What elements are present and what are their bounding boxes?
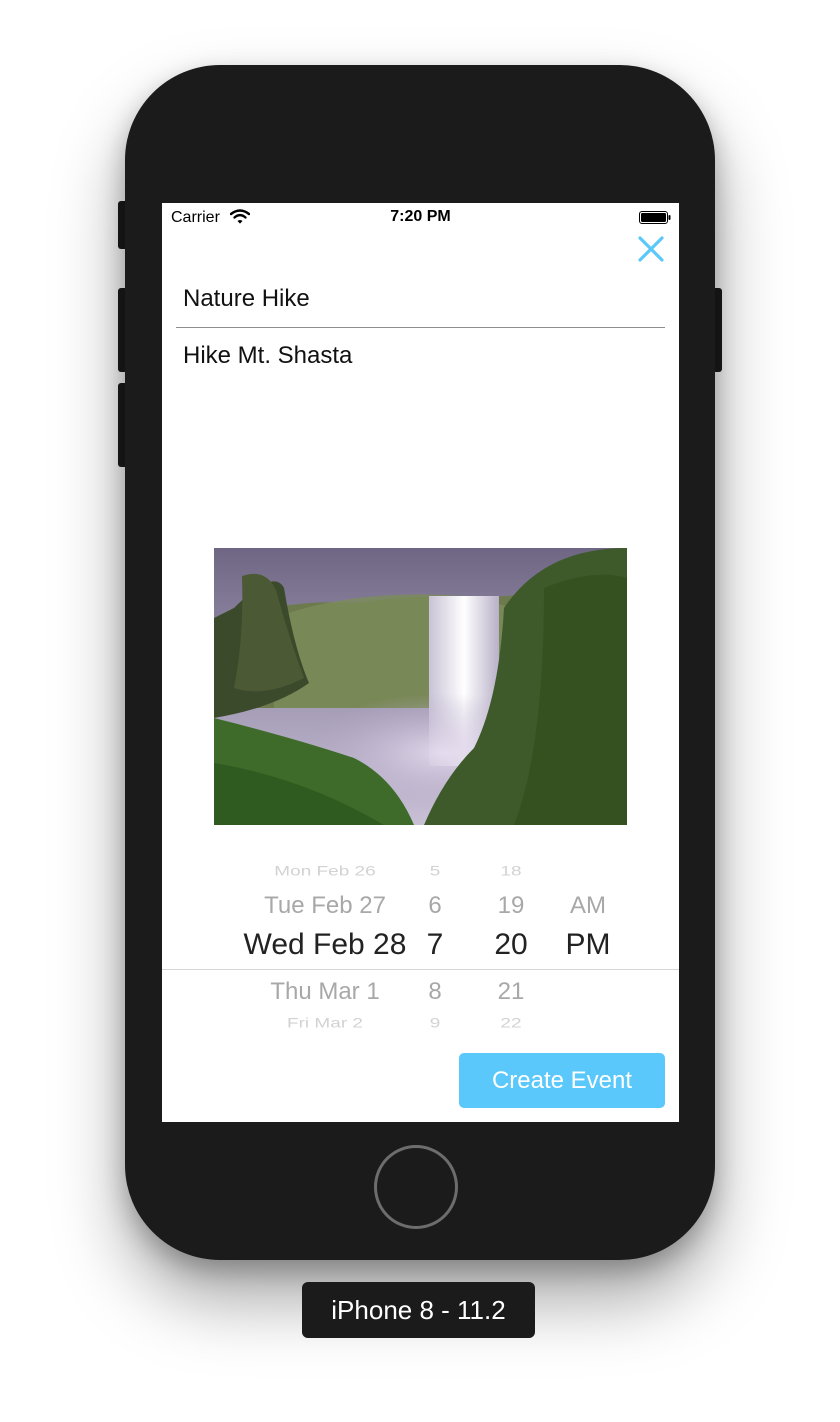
close-button[interactable] [637,235,665,263]
picker-hour-option[interactable]: 6 [428,892,441,920]
title-divider [176,327,665,328]
battery-icon [639,211,671,224]
picker-hour-option[interactable]: 9 [430,1016,441,1032]
picker-minute-option[interactable]: 21 [498,978,525,1006]
picker-date-option[interactable]: Fri Mar 2 [287,1016,363,1032]
picker-date-option[interactable]: Wed Feb 28 [244,928,407,962]
picker-date-option[interactable]: Thu Mar 1 [270,978,379,1006]
picker-hour-option[interactable]: 7 [427,928,444,962]
device-label: iPhone 8 - 11.2 [302,1282,535,1338]
event-photo[interactable] [214,548,627,825]
picker-date-option[interactable]: Mon Feb 26 [274,864,375,880]
create-event-button[interactable]: Create Event [459,1053,665,1108]
picker-hour-option[interactable]: 5 [430,864,441,880]
picker-minute-option[interactable]: 18 [500,864,521,880]
picker-hour-option[interactable]: 8 [428,978,441,1006]
event-title-field[interactable]: Nature Hike [183,285,310,313]
date-time-picker[interactable]: Mon Feb 26 Tue Feb 27 Wed Feb 28 Thu Mar 1 F… [162,853,679,1038]
picker-selection-line [162,969,679,970]
event-description-field[interactable]: Hike Mt. Shasta [183,342,352,370]
waterfall-image [214,548,627,825]
app-screen: Carrier 7:20 PM Nature Hike Hike Mt. Sha… [162,203,679,1122]
status-bar: Carrier 7:20 PM [162,203,679,231]
picker-period-option[interactable]: PM [566,928,611,962]
picker-date-option[interactable]: Tue Feb 27 [264,892,386,920]
home-button[interactable] [374,1145,458,1229]
close-icon [638,236,664,262]
picker-minute-option[interactable]: 20 [494,928,527,962]
clock-time: 7:20 PM [390,208,451,225]
picker-minute-option[interactable]: 19 [498,892,525,920]
picker-minute-option[interactable]: 22 [500,1016,521,1032]
picker-period-option[interactable]: AM [570,892,606,920]
